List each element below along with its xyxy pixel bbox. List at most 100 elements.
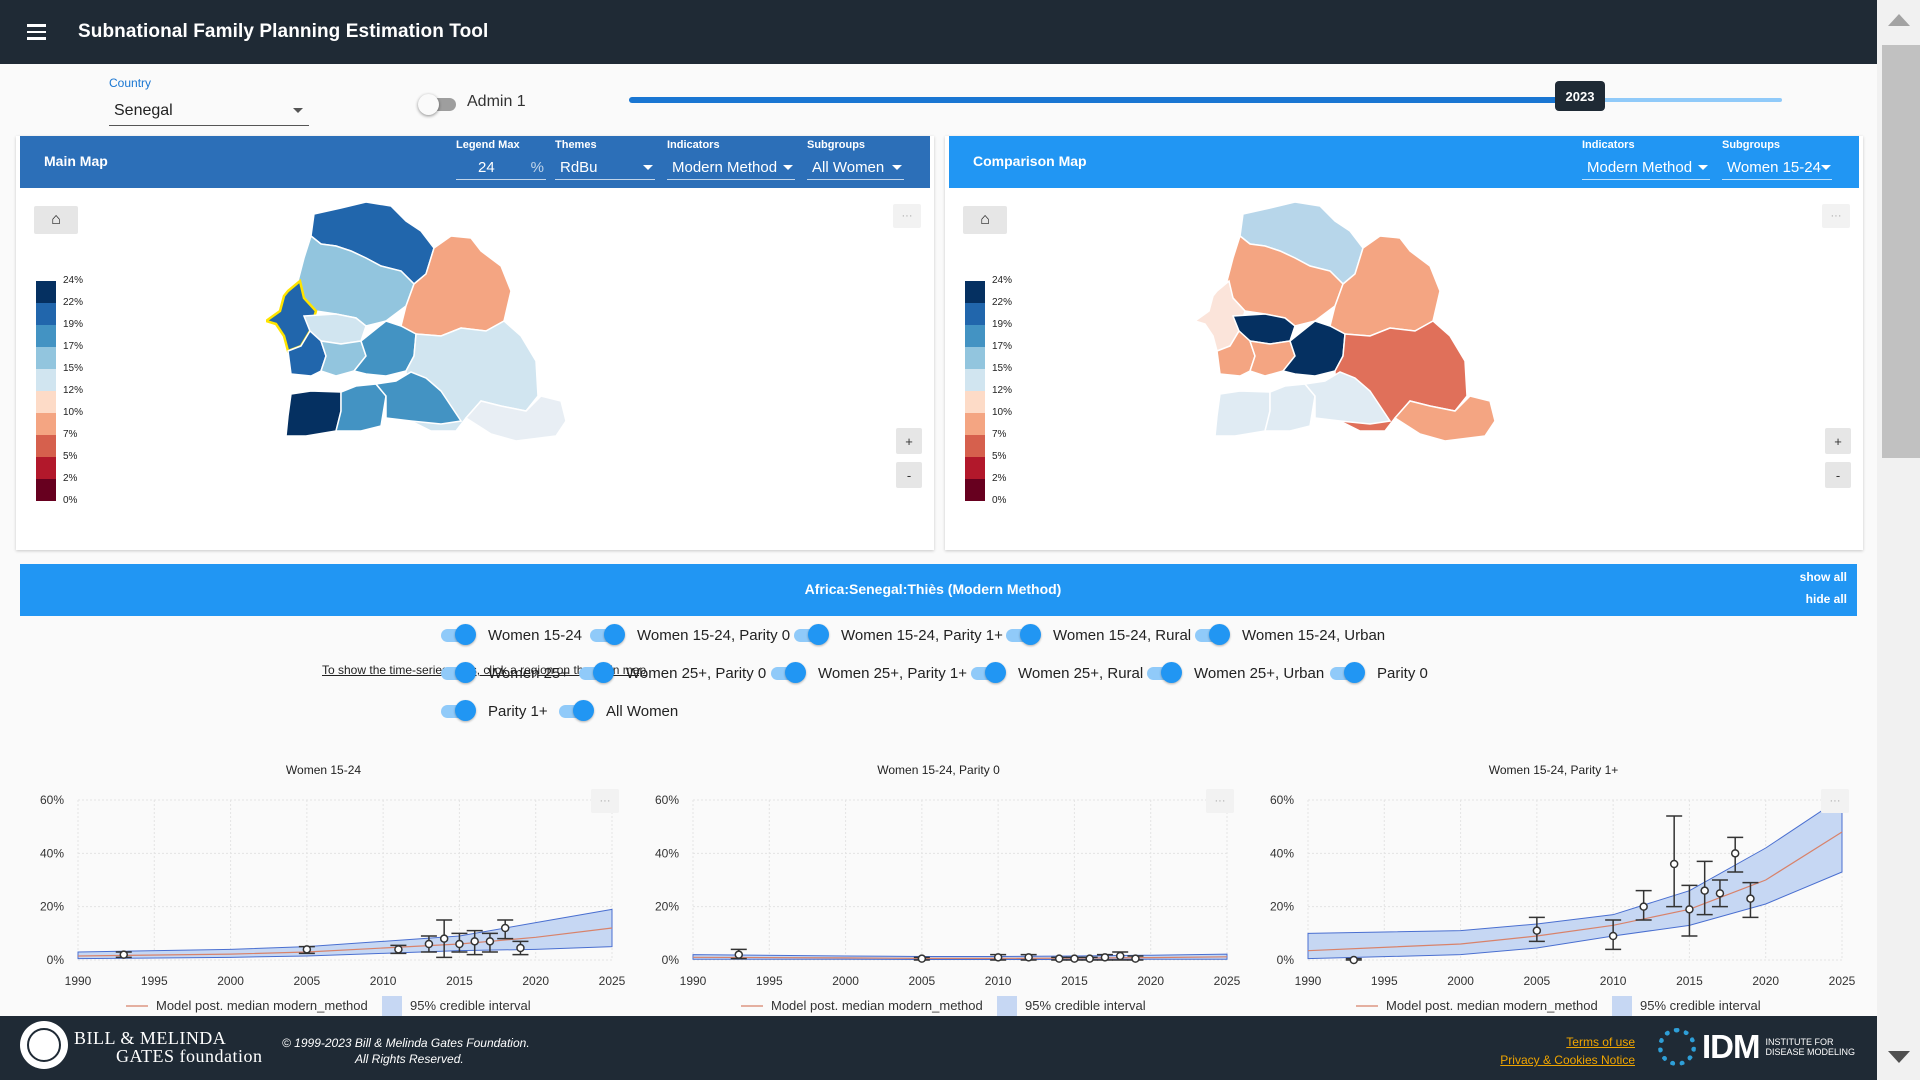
toggle-switch[interactable] [1145, 661, 1183, 685]
legend-color [36, 435, 56, 457]
admin-level-toggle[interactable] [418, 93, 456, 115]
comparison-subgroups-select[interactable]: Subgroups Women 15-24 [1722, 136, 1832, 180]
year-slider-fill [629, 97, 1580, 103]
legend-max-input[interactable]: 24 % [456, 156, 546, 180]
scroll-up-arrow-icon[interactable] [1888, 14, 1910, 26]
comparison-indicators-dropdown[interactable]: Modern Method [1582, 156, 1710, 180]
home-icon[interactable]: ⌂ [34, 206, 78, 234]
time-series-chart[interactable]: 1990 1995 2000 2005 2010 2015 2020 2025 0% 20% 40%… [1246, 756, 1861, 1016]
main-map-senegal[interactable] [266, 196, 706, 496]
toggle-switch[interactable] [439, 699, 477, 723]
main-map-title: Main Map [44, 153, 108, 169]
comparison-map-senegal[interactable] [1195, 196, 1635, 496]
toggle-switch[interactable] [588, 623, 626, 647]
comparison-subgroups-dropdown[interactable]: Women 15-24 [1722, 156, 1832, 180]
subgroups-select[interactable]: Subgroups All Women [807, 136, 904, 180]
time-series-chart[interactable]: 1990 1995 2000 2005 2010 2015 2020 2025 0% 20% 40%… [631, 756, 1246, 1016]
legend-label: 0% [992, 495, 1007, 506]
subgroup-toggle[interactable]: Women 15-24, Urban [1193, 622, 1385, 648]
more-options-icon[interactable]: ··· [1206, 789, 1234, 813]
chevron-down-icon [892, 165, 902, 170]
x-tick-label: 2025 [1214, 974, 1241, 988]
comparison-map-panel: Comparison Map Indicators Modern Method … [945, 136, 1863, 550]
country-select[interactable]: Country Senegal [109, 76, 309, 126]
region-ziguinchor[interactable] [285, 390, 342, 437]
subgroup-toggle[interactable]: Women 15-24, Parity 1+ [792, 622, 1003, 648]
region-sedhiou[interactable] [335, 383, 387, 432]
more-options-icon[interactable]: ··· [591, 789, 619, 813]
indicators-label: Indicators [667, 139, 720, 151]
toggle-switch[interactable] [439, 661, 477, 685]
more-options-icon[interactable]: ··· [893, 204, 921, 228]
toggle-switch[interactable] [792, 623, 830, 647]
x-tick-label: 2000 [217, 974, 244, 988]
footer-links: Terms of use Privacy & Cookies Notice [1500, 1033, 1635, 1069]
hamburger-menu-icon[interactable] [16, 12, 56, 52]
region-sedhiou[interactable] [1264, 383, 1316, 432]
subgroup-toggle[interactable]: Women 15-24 [439, 622, 582, 648]
show-all-button[interactable]: show all [1800, 570, 1847, 584]
zoom-out-button[interactable]: - [1825, 462, 1851, 488]
subgroup-toggle-label: Parity 1+ [488, 702, 548, 720]
idm-logo: IDM INSTITUTE FOR DISEASE MODELING [1658, 1028, 1855, 1066]
legend-max-unit: % [530, 159, 544, 176]
hide-all-button[interactable]: hide all [1806, 592, 1847, 606]
subgroup-toggle[interactable]: Women 25+ [439, 660, 569, 686]
observation-point [1715, 889, 1725, 898]
subgroup-toggle[interactable]: All Women [557, 698, 678, 724]
more-options-icon[interactable]: ··· [1821, 789, 1849, 813]
subgroup-toggle[interactable]: Women 15-24, Rural [1004, 622, 1191, 648]
observation-point [1115, 951, 1125, 961]
x-tick-label: 2010 [370, 974, 397, 988]
subgroups-dropdown[interactable]: All Women [807, 156, 904, 180]
zoom-in-button[interactable]: + [1825, 428, 1851, 454]
time-series-chart[interactable]: 1990 1995 2000 2005 2010 2015 2020 2025 0% 20% 40%… [16, 756, 631, 1016]
interval-legend-swatch [997, 996, 1017, 1016]
toggle-switch[interactable] [969, 661, 1007, 685]
subgroup-toggle[interactable]: Parity 1+ [439, 698, 548, 724]
region-title: Africa:Senegal:Thiès (Modern Method) [804, 581, 1062, 597]
country-dropdown[interactable]: Senegal [109, 96, 309, 126]
indicators-value: Modern Method [672, 159, 778, 176]
legend-label: 15% [992, 363, 1013, 374]
observation-point [1100, 953, 1110, 962]
scrollbar-thumb[interactable] [1882, 45, 1920, 458]
toggle-switch[interactable] [577, 661, 615, 685]
indicators-select[interactable]: Indicators Modern Method [667, 136, 795, 180]
subgroup-toggle[interactable]: Parity 0 [1328, 660, 1428, 686]
toggle-switch[interactable] [1004, 623, 1042, 647]
toggle-switch[interactable] [1193, 623, 1231, 647]
x-tick-label: 1990 [1295, 974, 1322, 988]
legend-max-control[interactable]: Legend Max 24 % [456, 136, 546, 180]
terms-link[interactable]: Terms of use [1500, 1033, 1635, 1051]
zoom-in-button[interactable]: + [896, 428, 922, 454]
comparison-indicators-select[interactable]: Indicators Modern Method [1582, 136, 1710, 180]
home-icon[interactable]: ⌂ [963, 206, 1007, 234]
year-slider[interactable]: 2023 [629, 81, 1782, 111]
region-ziguinchor[interactable] [1214, 390, 1271, 437]
toggle-switch[interactable] [557, 699, 595, 723]
subgroup-toggle[interactable]: Women 15-24, Parity 0 [588, 622, 790, 648]
page-scrollbar[interactable] [1877, 0, 1920, 1080]
toggle-switch[interactable] [1328, 661, 1366, 685]
scroll-down-arrow-icon[interactable] [1888, 1051, 1910, 1063]
copyright-line-1: © 1999-2023 Bill & Melinda Gates Foundat… [282, 1036, 530, 1050]
observation-point [439, 934, 449, 943]
privacy-link[interactable]: Privacy & Cookies Notice [1500, 1051, 1635, 1069]
observation-point [917, 954, 927, 963]
toggle-switch[interactable] [769, 661, 807, 685]
legend-label: 17% [63, 341, 84, 352]
observation-point [1639, 902, 1648, 911]
themes-select[interactable]: Themes RdBu [555, 136, 655, 180]
subgroup-toggle[interactable]: Women 25+, Parity 0 [577, 660, 766, 686]
toggle-switch[interactable] [439, 623, 477, 647]
zoom-out-button[interactable]: - [896, 462, 922, 488]
themes-dropdown[interactable]: RdBu [555, 156, 655, 180]
subgroup-toggle[interactable]: Women 25+, Urban [1145, 660, 1324, 686]
subgroup-toggle[interactable]: Women 25+, Rural [969, 660, 1143, 686]
subgroup-toggle[interactable]: Women 25+, Parity 1+ [769, 660, 967, 686]
indicators-dropdown[interactable]: Modern Method [667, 156, 795, 180]
y-tick-label: 20% [1270, 900, 1294, 914]
x-tick-label: 2025 [1829, 974, 1856, 988]
more-options-icon[interactable]: ··· [1822, 204, 1850, 228]
